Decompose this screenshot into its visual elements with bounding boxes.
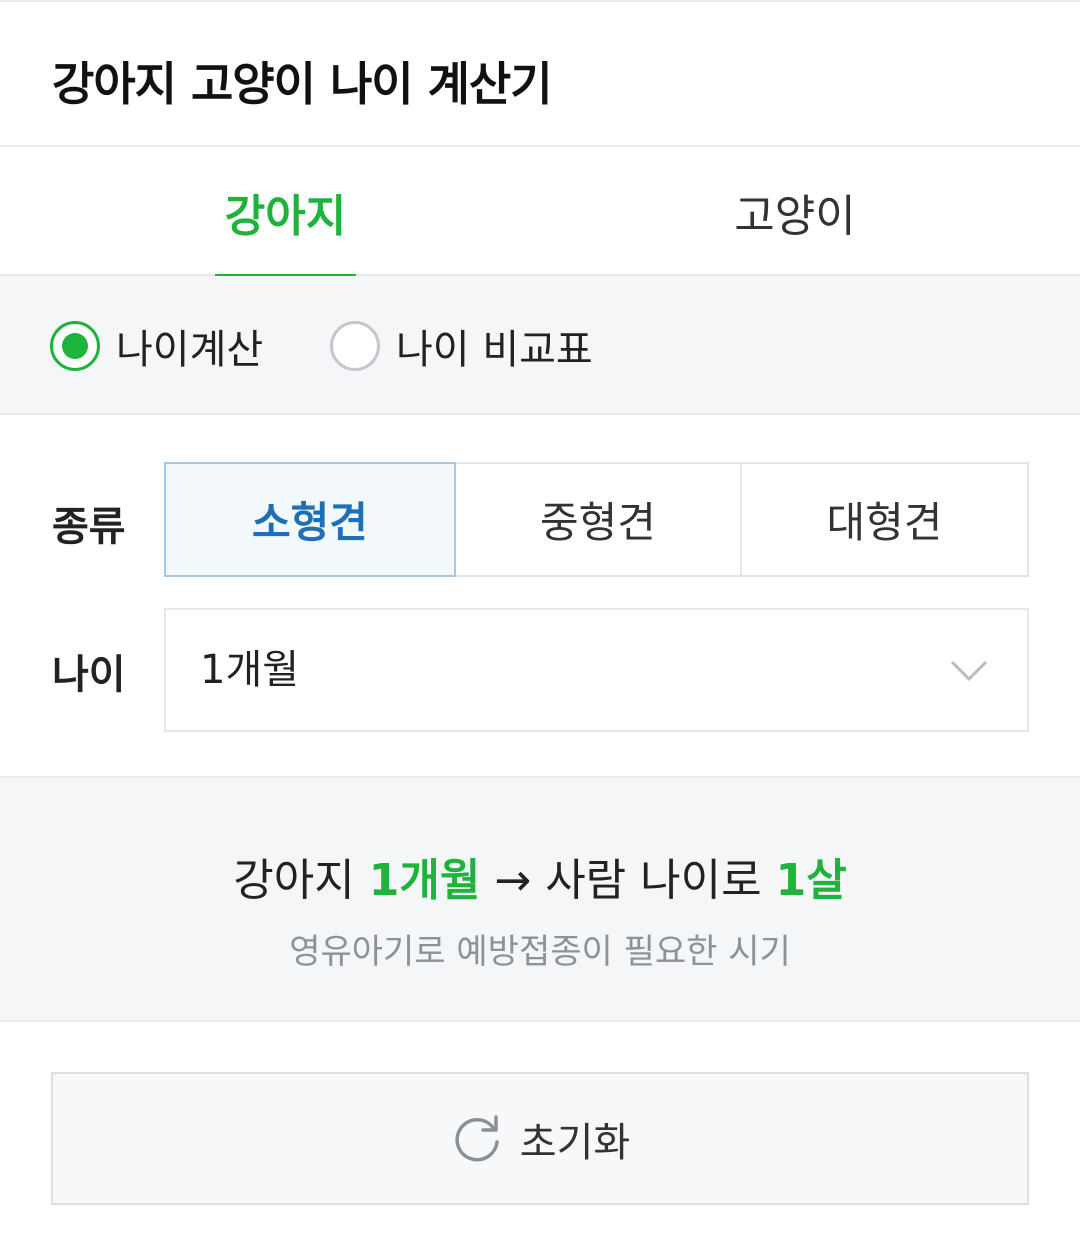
mode-selector: 나이계산 나이 비교표 [0,276,1080,415]
radio-age-table[interactable]: 나이 비교표 [330,276,593,415]
reset-label: 초기화 [519,1119,631,1166]
result-pet-age: 1개월 [368,855,481,906]
header: 강아지 고양이 나이 계산기 [0,0,1080,147]
radio-label: 나이계산 [116,326,264,373]
age-label: 나이 [52,652,126,698]
result-line: 강아지 1개월 → 사람 나이로 1살 [0,844,1080,908]
age-select[interactable]: 1개월 [164,608,1029,732]
radio-label: 나이 비교표 [396,326,593,373]
kind-large-button[interactable]: 대형견 [740,462,1029,577]
result-middle: 사람 나이로 [545,855,762,906]
tab-bar: 강아지 고양이 [0,147,1080,278]
tab-dog[interactable]: 강아지 [215,147,356,278]
chevron-down-icon [950,660,988,682]
result-panel: 강아지 1개월 → 사람 나이로 1살 영유아기로 예방접종이 필요한 시기 [0,776,1080,1022]
kind-small-button[interactable]: 소형견 [164,462,456,577]
pet-age-calculator: 강아지 고양이 나이 계산기 강아지 고양이 나이계산 나이 비교표 종류 소형… [0,0,1080,1233]
kind-medium-button[interactable]: 중형견 [454,462,742,577]
result-prefix: 강아지 [233,855,355,906]
radio-unchecked-icon [330,320,380,371]
result-human-age: 1살 [775,855,847,906]
page-title: 강아지 고양이 나이 계산기 [52,57,553,111]
result-note: 영유아기로 예방접종이 필요한 시기 [289,932,791,972]
reset-button[interactable]: 초기화 [51,1072,1029,1205]
arrow-icon: → [494,855,532,906]
tab-cat[interactable]: 고양이 [700,147,890,276]
kind-label: 종류 [52,504,126,550]
radio-checked-icon [50,320,100,371]
radio-age-calc[interactable]: 나이계산 [50,276,263,415]
age-select-value: 1개월 [200,647,300,693]
refresh-icon [455,1114,499,1161]
